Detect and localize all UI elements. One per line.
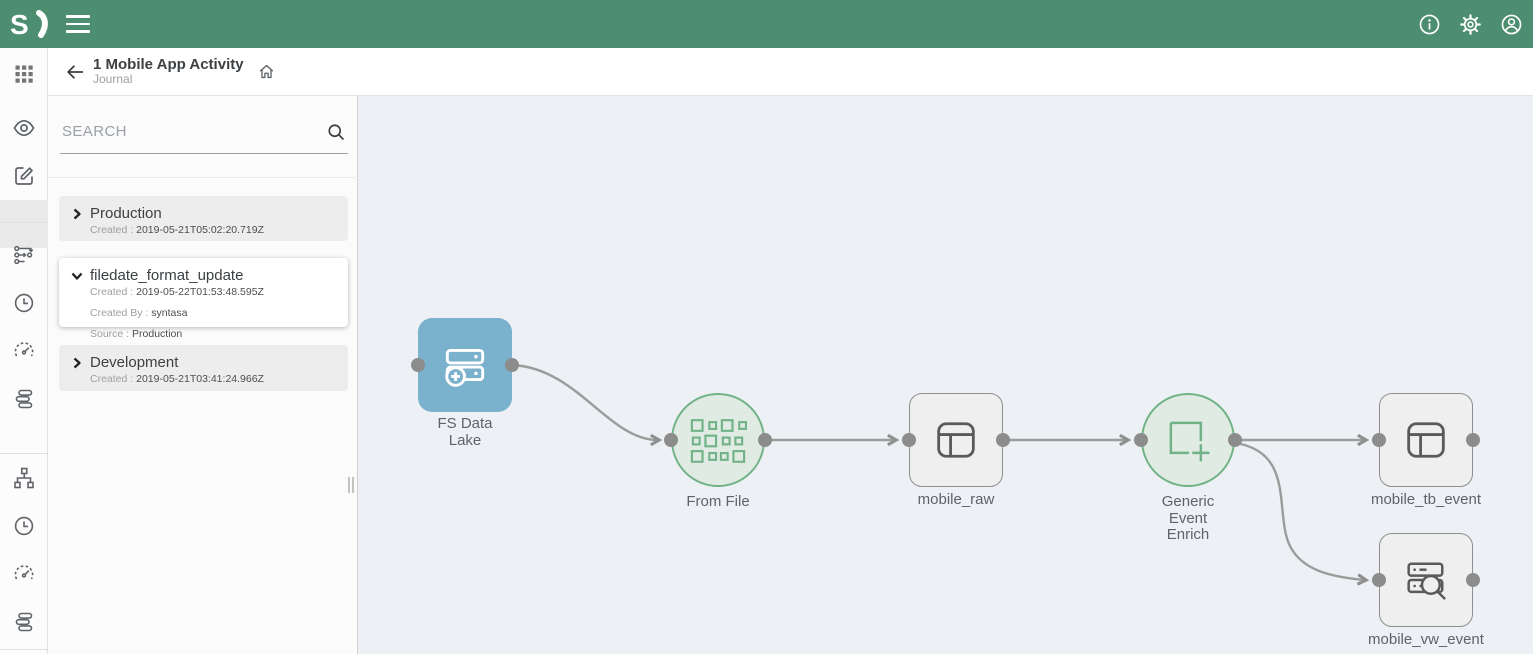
chevron-right-icon[interactable]: [71, 208, 83, 220]
page-title: 1 Mobile App Activity: [93, 56, 244, 73]
journal-item-meta: Source : Production: [90, 327, 348, 342]
rail-divider: [0, 649, 48, 650]
table-icon: [930, 414, 982, 466]
flow-edges-layer: [358, 96, 1533, 654]
clock-icon[interactable]: [12, 291, 36, 315]
node-fs-data-lake[interactable]: [418, 318, 512, 412]
back-arrow-icon[interactable]: [64, 61, 86, 83]
rail-selected-highlight: [0, 200, 48, 248]
rail-divider: [0, 222, 48, 223]
journal-item-production[interactable]: Production Created : 2019-05-21T05:02:20…: [59, 196, 348, 241]
node-generic-event-enrich[interactable]: [1141, 393, 1235, 487]
top-app-bar: S: [0, 0, 1533, 48]
menu-hamburger-icon[interactable]: [66, 15, 90, 33]
account-icon[interactable]: [1500, 13, 1523, 36]
node-mobile-vw-event[interactable]: [1379, 533, 1473, 627]
page-subtitle: Journal: [93, 73, 244, 87]
chevron-right-icon[interactable]: [71, 357, 83, 369]
event-enrich-icon: [1158, 410, 1218, 470]
journal-item-meta: Created : 2019-05-21T05:02:20.719Z: [90, 223, 348, 238]
from-file-icon: [689, 417, 747, 464]
rail-divider: [0, 453, 48, 454]
journal-item-name: Production: [90, 205, 162, 222]
search-field: [60, 118, 348, 154]
view-search-icon: [1400, 554, 1452, 606]
journal-item-filedate-format-update[interactable]: filedate_format_update Created : 2019-05…: [59, 258, 348, 327]
journal-header: 1 Mobile App Activity Journal: [48, 48, 1533, 96]
left-icon-rail: [0, 48, 48, 654]
journal-item-development[interactable]: Development Created : 2019-05-21T03:41:2…: [59, 345, 348, 391]
home-icon[interactable]: [257, 62, 276, 81]
node-mobile-tb-event[interactable]: [1379, 393, 1473, 487]
table-icon: [1400, 414, 1452, 466]
node-label: mobile_raw: [886, 492, 1026, 509]
search-icon[interactable]: [326, 122, 346, 142]
node-from-file[interactable]: [671, 393, 765, 487]
flow-edge: [512, 365, 658, 440]
journal-edit-icon[interactable]: [12, 164, 36, 188]
journal-list-panel: Production Created : 2019-05-21T05:02:20…: [48, 96, 358, 654]
search-input[interactable]: [60, 122, 315, 141]
apps-icon[interactable]: [12, 62, 36, 86]
clock-icon[interactable]: [12, 514, 36, 538]
panel-resize-handle[interactable]: [348, 477, 356, 493]
journal-item-name: filedate_format_update: [90, 267, 243, 284]
pipeline-icon[interactable]: [12, 243, 36, 267]
node-label: From File: [658, 494, 778, 511]
layers-icon[interactable]: [12, 387, 36, 411]
layers-icon[interactable]: [12, 610, 36, 634]
node-mobile-raw[interactable]: [909, 393, 1003, 487]
eye-icon[interactable]: [12, 116, 36, 140]
syntasa-logo-icon[interactable]: S: [8, 7, 54, 41]
journal-item-name: Development: [90, 354, 178, 371]
settings-gear-icon[interactable]: [1459, 13, 1482, 36]
info-icon[interactable]: [1418, 13, 1441, 36]
journal-item-meta: Created : 2019-05-22T01:53:48.595Z: [90, 285, 348, 300]
journal-item-meta: Created By : syntasa: [90, 306, 348, 321]
node-label: Generic Event Enrich: [1143, 494, 1233, 544]
flow-edge: [1235, 443, 1365, 580]
gauge-icon[interactable]: [12, 562, 36, 586]
gauge-icon[interactable]: [12, 339, 36, 363]
node-label: mobile_tb_event: [1351, 492, 1501, 509]
panel-divider: [48, 177, 358, 178]
schema-icon[interactable]: [12, 466, 36, 490]
node-label: FS Data Lake: [420, 416, 510, 449]
journal-item-meta: Created : 2019-05-21T03:41:24.966Z: [90, 372, 348, 387]
chevron-down-icon[interactable]: [71, 270, 83, 282]
flow-canvas[interactable]: FS Data Lake From File mobile_raw Gene: [358, 96, 1533, 654]
svg-text:S: S: [10, 9, 29, 40]
data-lake-icon: [440, 340, 490, 390]
node-label: mobile_vw_event: [1351, 632, 1501, 649]
